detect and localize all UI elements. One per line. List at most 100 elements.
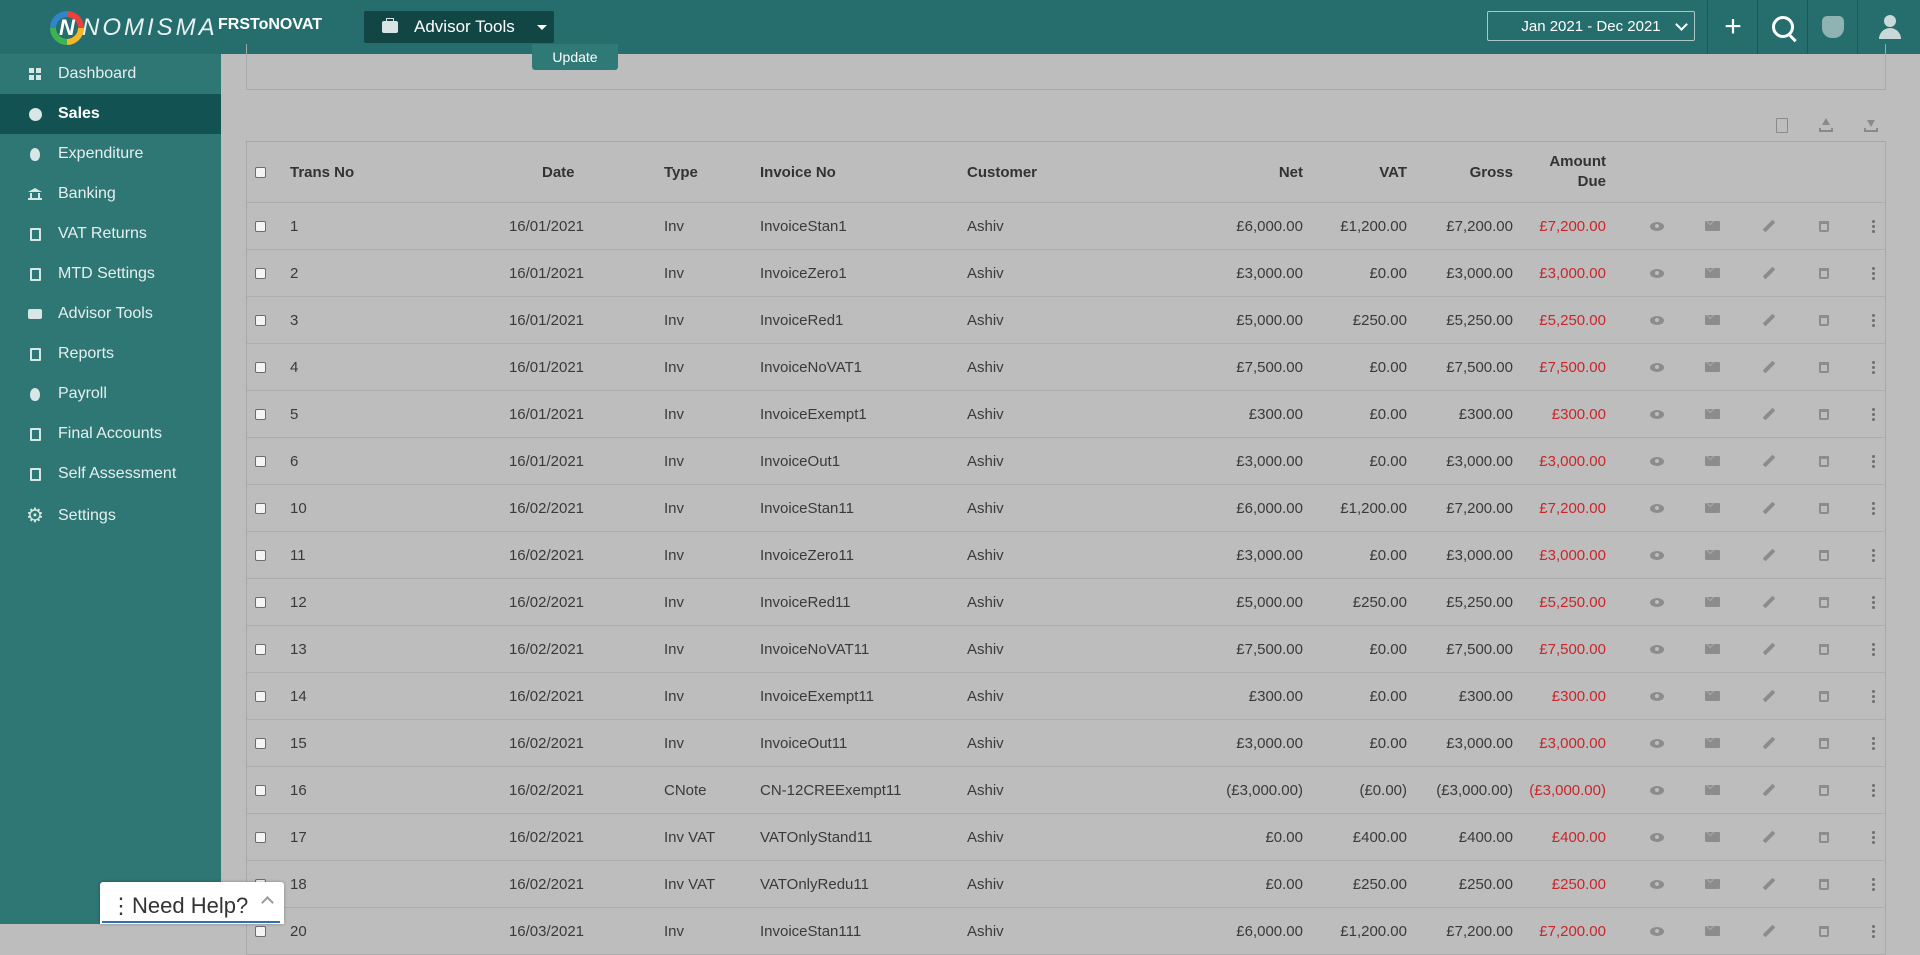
delete-button[interactable] — [1816, 438, 1832, 484]
sidebar-item-reports[interactable]: Reports — [0, 334, 221, 374]
more-actions-button[interactable] — [1865, 203, 1881, 249]
delete-button[interactable] — [1816, 297, 1832, 343]
sidebar-item-payroll[interactable]: Payroll — [0, 374, 221, 414]
header-type[interactable]: Type — [664, 142, 698, 202]
email-button[interactable] — [1704, 485, 1720, 531]
email-button[interactable] — [1704, 203, 1720, 249]
delete-button[interactable] — [1816, 626, 1832, 672]
row-checkbox[interactable] — [255, 391, 266, 437]
header-amount-due[interactable]: Amount Due — [1537, 142, 1606, 202]
edit-button[interactable] — [1761, 297, 1777, 343]
delete-button[interactable] — [1816, 861, 1832, 907]
view-button[interactable] — [1649, 908, 1665, 954]
row-checkbox[interactable] — [255, 579, 266, 625]
email-button[interactable] — [1704, 767, 1720, 813]
export-pdf-button[interactable] — [1774, 116, 1790, 134]
header-customer[interactable]: Customer — [967, 142, 1037, 202]
more-actions-button[interactable] — [1865, 344, 1881, 390]
header-vat[interactable]: VAT — [1347, 142, 1407, 202]
row-checkbox[interactable] — [255, 767, 266, 813]
email-button[interactable] — [1704, 626, 1720, 672]
more-actions-button[interactable] — [1865, 814, 1881, 860]
sidebar-item-dashboard[interactable]: Dashboard — [0, 54, 221, 94]
row-checkbox[interactable] — [255, 673, 266, 719]
more-actions-button[interactable] — [1865, 908, 1881, 954]
row-checkbox[interactable] — [255, 532, 266, 578]
edit-button[interactable] — [1761, 579, 1777, 625]
view-button[interactable] — [1649, 720, 1665, 766]
email-button[interactable] — [1704, 532, 1720, 578]
view-button[interactable] — [1649, 767, 1665, 813]
delete-button[interactable] — [1816, 203, 1832, 249]
header-net[interactable]: Net — [1247, 142, 1303, 202]
view-button[interactable] — [1649, 391, 1665, 437]
view-button[interactable] — [1649, 203, 1665, 249]
delete-button[interactable] — [1816, 391, 1832, 437]
header-date[interactable]: Date — [542, 142, 575, 202]
edit-button[interactable] — [1761, 391, 1777, 437]
row-checkbox[interactable] — [255, 720, 266, 766]
sidebar-item-self-assessment[interactable]: Self Assessment — [0, 454, 221, 494]
sidebar-item-final-accounts[interactable]: Final Accounts — [0, 414, 221, 454]
sidebar-item-settings[interactable]: ⚙ Settings — [0, 496, 221, 536]
need-help-widget[interactable]: ⋮Need Help? — [100, 882, 284, 924]
nomisma-logo[interactable]: N NOMISMA — [50, 10, 218, 46]
select-all-checkbox[interactable] — [255, 142, 266, 202]
more-actions-button[interactable] — [1865, 438, 1881, 484]
period-select[interactable]: Jan 2021 - Dec 2021 — [1487, 11, 1695, 41]
edit-button[interactable] — [1761, 767, 1777, 813]
edit-button[interactable] — [1761, 908, 1777, 954]
edit-button[interactable] — [1761, 344, 1777, 390]
email-button[interactable] — [1704, 250, 1720, 296]
edit-button[interactable] — [1761, 438, 1777, 484]
view-button[interactable] — [1649, 532, 1665, 578]
view-button[interactable] — [1649, 673, 1665, 719]
more-actions-button[interactable] — [1865, 297, 1881, 343]
view-button[interactable] — [1649, 250, 1665, 296]
edit-button[interactable] — [1761, 203, 1777, 249]
more-actions-button[interactable] — [1865, 767, 1881, 813]
more-actions-button[interactable] — [1865, 579, 1881, 625]
sidebar-item-mtd-settings[interactable]: MTD Settings — [0, 254, 221, 294]
edit-button[interactable] — [1761, 626, 1777, 672]
edit-button[interactable] — [1761, 485, 1777, 531]
email-button[interactable] — [1704, 438, 1720, 484]
delete-button[interactable] — [1816, 908, 1832, 954]
view-button[interactable] — [1649, 344, 1665, 390]
delete-button[interactable] — [1816, 532, 1832, 578]
delete-button[interactable] — [1816, 344, 1832, 390]
more-actions-button[interactable] — [1865, 861, 1881, 907]
view-button[interactable] — [1649, 861, 1665, 907]
email-button[interactable] — [1704, 814, 1720, 860]
header-trans-no[interactable]: Trans No — [290, 142, 354, 202]
delete-button[interactable] — [1816, 250, 1832, 296]
row-checkbox[interactable] — [255, 203, 266, 249]
delete-button[interactable] — [1816, 767, 1832, 813]
row-checkbox[interactable] — [255, 438, 266, 484]
email-button[interactable] — [1704, 344, 1720, 390]
view-button[interactable] — [1649, 814, 1665, 860]
edit-button[interactable] — [1761, 532, 1777, 578]
more-actions-button[interactable] — [1865, 250, 1881, 296]
more-actions-button[interactable] — [1865, 485, 1881, 531]
header-gross[interactable]: Gross — [1447, 142, 1513, 202]
row-checkbox[interactable] — [255, 297, 266, 343]
update-button[interactable]: Update — [532, 44, 618, 70]
edit-button[interactable] — [1761, 250, 1777, 296]
edit-button[interactable] — [1761, 861, 1777, 907]
edit-button[interactable] — [1761, 673, 1777, 719]
more-actions-button[interactable] — [1865, 626, 1881, 672]
delete-button[interactable] — [1816, 485, 1832, 531]
email-button[interactable] — [1704, 673, 1720, 719]
header-invoice-no[interactable]: Invoice No — [760, 142, 836, 202]
view-button[interactable] — [1649, 626, 1665, 672]
more-actions-button[interactable] — [1865, 532, 1881, 578]
row-checkbox[interactable] — [255, 814, 266, 860]
sidebar-item-sales[interactable]: Sales — [0, 94, 221, 134]
email-button[interactable] — [1704, 579, 1720, 625]
more-actions-button[interactable] — [1865, 391, 1881, 437]
more-actions-button[interactable] — [1865, 720, 1881, 766]
row-checkbox[interactable] — [255, 485, 266, 531]
row-checkbox[interactable] — [255, 344, 266, 390]
advisor-tools-dropdown[interactable]: Advisor Tools — [364, 11, 554, 43]
